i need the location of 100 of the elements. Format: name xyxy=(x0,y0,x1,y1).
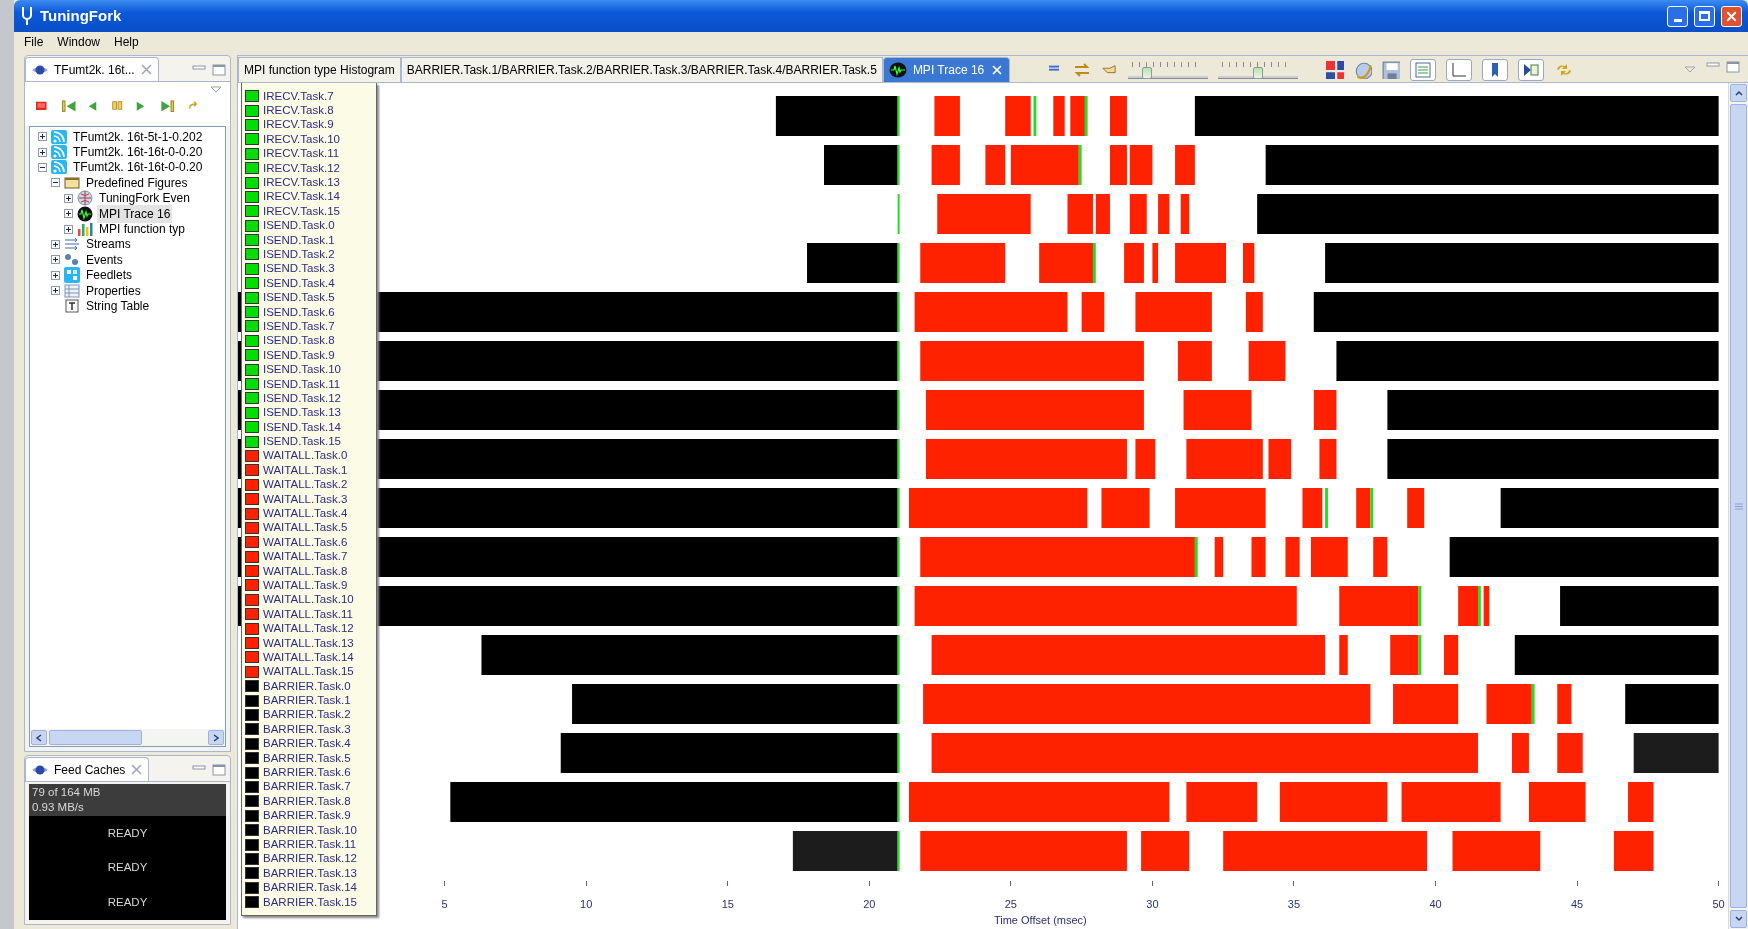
dropdown-icon[interactable] xyxy=(210,86,222,93)
trace-bar xyxy=(1135,439,1156,479)
cache-size: 79 of 164 MB xyxy=(32,785,102,800)
legend-label: WAITALL.Task.3 xyxy=(263,492,348,506)
expand-icon[interactable] xyxy=(38,147,47,157)
legend-label: BARRIER.Task.6 xyxy=(263,766,351,780)
waveform-icon xyxy=(888,62,907,78)
collapse-icon[interactable] xyxy=(38,162,47,172)
vertical-scrollbar[interactable] xyxy=(1728,83,1748,929)
cache-status: READY xyxy=(107,825,148,841)
legend-label: ISEND.Task.14 xyxy=(263,420,341,434)
legend-label: WAITALL.Task.14 xyxy=(263,650,354,664)
trace-bar xyxy=(1557,684,1572,724)
close-icon[interactable] xyxy=(140,64,152,75)
trace-bar xyxy=(1158,194,1170,234)
list-button[interactable] xyxy=(1410,58,1437,81)
slider-thumb[interactable] xyxy=(1253,66,1264,79)
expand-icon[interactable] xyxy=(51,286,60,296)
tick-mark xyxy=(585,881,587,886)
view-tab[interactable]: TFumt2k. 16t... xyxy=(25,57,159,81)
minimize-button[interactable] xyxy=(1667,5,1688,27)
waveform-icon xyxy=(77,205,93,222)
expand-icon[interactable] xyxy=(64,193,73,203)
trace-bar xyxy=(1243,243,1255,283)
globe-icon xyxy=(77,190,93,207)
legend-label: WAITALL.Task.13 xyxy=(263,636,354,650)
expand-icon[interactable] xyxy=(51,239,60,249)
legend-label: WAITALL.Task.4 xyxy=(263,507,348,520)
collapse-icon[interactable] xyxy=(51,178,60,188)
legend-label: BARRIER.Task.8 xyxy=(263,794,351,808)
tick-mark xyxy=(1435,881,1436,886)
legend-label: ISEND.Task.4 xyxy=(263,276,335,290)
trace-bar xyxy=(1483,586,1490,626)
close-icon[interactable] xyxy=(131,764,143,775)
expand-icon[interactable] xyxy=(64,224,73,234)
cache-status: READY xyxy=(107,860,148,876)
legend-label: WAITALL.Task.10 xyxy=(263,593,354,607)
maximize-icon[interactable] xyxy=(212,64,226,76)
axis-title: Time Offset (msec) xyxy=(993,913,1087,927)
legend-label: BARRIER.Task.12 xyxy=(263,852,357,866)
legend-label: WAITALL.Task.12 xyxy=(263,622,354,636)
view-tab[interactable]: Feed Caches xyxy=(25,757,150,781)
cache-rate: 0.93 MB/s xyxy=(32,800,85,815)
menu-item[interactable]: Window xyxy=(57,32,101,51)
globe-icon xyxy=(1354,60,1373,79)
trace-bar xyxy=(1528,782,1586,822)
axis-tick-label: 30 xyxy=(1146,897,1159,911)
trace-bar xyxy=(1005,96,1031,136)
close-button[interactable] xyxy=(1721,5,1742,27)
tree-item[interactable]: TFumt2k. 16t-5t-1-0.202 xyxy=(71,127,205,146)
grid-icon xyxy=(1326,60,1345,79)
legend-label: BARRIER.Task.10 xyxy=(263,823,357,837)
legend-label: IRECV.Task.11 xyxy=(263,147,340,161)
list-icon xyxy=(1415,61,1432,78)
legend-label: BARRIER.Task.5 xyxy=(263,751,351,765)
axis-tick-label: 40 xyxy=(1429,897,1442,911)
horizontal-scrollbar[interactable] xyxy=(30,729,225,746)
legend-label: IRECV.Task.9 xyxy=(263,118,334,132)
slider-thumb[interactable] xyxy=(1142,66,1153,79)
editor-tab[interactable]: MPI Trace 16 xyxy=(882,57,1011,82)
editor-tab[interactable]: MPI function type Histogram xyxy=(238,57,401,82)
trace-bar xyxy=(1319,439,1337,479)
axis-tick-label: 15 xyxy=(721,897,734,911)
legend-label: ISEND.Task.5 xyxy=(263,291,335,305)
tick-mark xyxy=(1576,881,1578,886)
legend-label: IRECV.Task.13 xyxy=(263,176,340,190)
legend-label: BARRIER.Task.13 xyxy=(263,866,357,880)
tree-item[interactable]: MPI Trace 16 xyxy=(97,204,173,223)
tick-mark xyxy=(1718,881,1720,886)
trace-bar xyxy=(1302,488,1323,528)
legend-label: BARRIER.Task.14 xyxy=(263,881,357,895)
tick-mark xyxy=(444,881,446,886)
menu-item[interactable]: File xyxy=(24,32,44,51)
legend-label: BARRIER.Task.4 xyxy=(263,737,351,751)
expand-icon[interactable] xyxy=(64,209,73,219)
menu-item[interactable]: Help xyxy=(114,32,139,51)
expand-icon[interactable] xyxy=(51,270,60,280)
expand-icon[interactable] xyxy=(38,132,47,142)
maximize-button[interactable] xyxy=(1694,5,1715,27)
legend-label: WAITALL.Task.7 xyxy=(263,550,348,564)
trace-bar xyxy=(1141,831,1190,871)
trace-bar xyxy=(1613,831,1654,871)
axis-tick-label: 35 xyxy=(1287,897,1301,911)
editor-tab[interactable]: BARRIER.Task.1/BARRIER.Task.2/BARRIER.Task.3/BARRIER.Task.4/BARRIER.Task.5 xyxy=(400,57,883,82)
trace-bar xyxy=(1310,537,1348,577)
maximize-icon[interactable] xyxy=(212,764,226,776)
trace-bar xyxy=(1285,537,1300,577)
axes-icon xyxy=(1451,61,1468,78)
axis-tick-label: 50 xyxy=(1712,897,1725,911)
play-panel-button[interactable] xyxy=(1518,58,1545,81)
legend-label: BARRIER.Task.1 xyxy=(263,694,351,708)
legend-label: ISEND.Task.6 xyxy=(263,305,335,319)
trace-bar xyxy=(1373,537,1388,577)
maximize-icon[interactable] xyxy=(1726,61,1740,73)
bookmark-button[interactable] xyxy=(1482,58,1509,81)
trace-bar xyxy=(1129,194,1147,234)
legend-label: ISEND.Task.2 xyxy=(263,248,335,261)
axes-button[interactable] xyxy=(1446,58,1473,81)
expand-icon[interactable] xyxy=(51,255,60,265)
tree-item[interactable]: String Table xyxy=(84,297,152,315)
